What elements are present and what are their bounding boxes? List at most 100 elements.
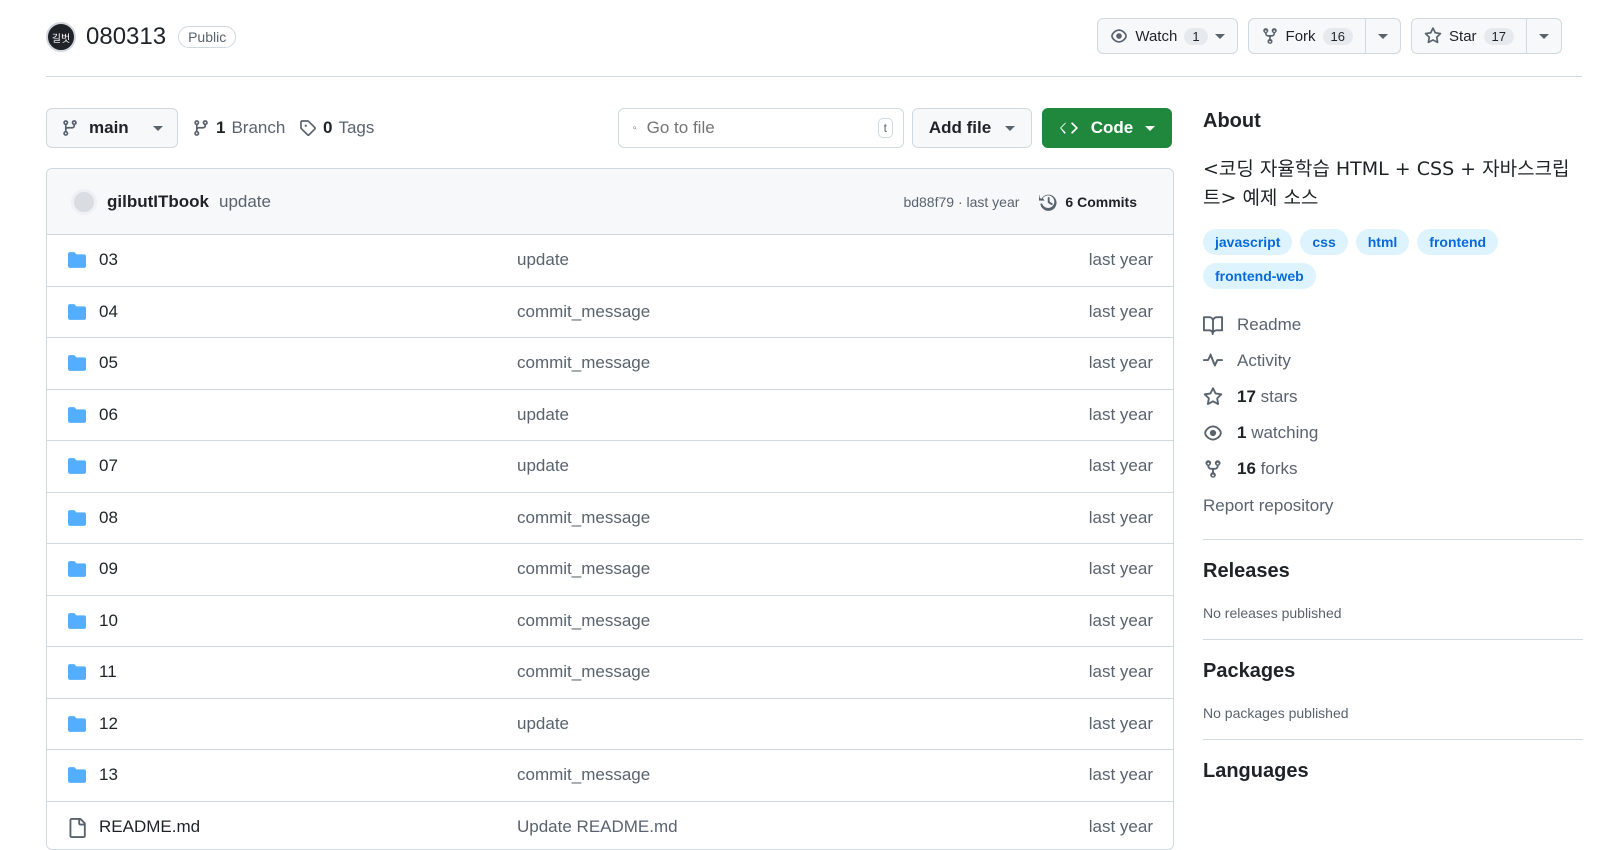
activity-link[interactable]: Activity xyxy=(1203,343,1583,379)
branches-link[interactable]: 1 Branch xyxy=(192,108,285,148)
file-commit-message[interactable]: commit_message xyxy=(517,765,650,785)
file-commit-message[interactable]: commit_message xyxy=(517,353,650,373)
file-row[interactable]: 05 commit_message last year xyxy=(47,338,1173,390)
folder-icon xyxy=(68,355,86,371)
file-commit-message[interactable]: commit_message xyxy=(517,611,650,631)
code-button[interactable]: Code xyxy=(1042,108,1172,148)
file-name-link[interactable]: 13 xyxy=(99,765,118,785)
about-heading: About xyxy=(1203,110,1261,132)
commit-hash-time[interactable]: bd88f79 · last year xyxy=(903,194,1019,210)
commit-message[interactable]: update xyxy=(219,192,271,212)
branch-icon xyxy=(194,120,208,136)
topics-list: javascript css html frontend frontend-web xyxy=(1203,229,1533,289)
file-name-link[interactable]: 07 xyxy=(99,456,118,476)
file-name-link[interactable]: 06 xyxy=(99,405,118,425)
chevron-down-icon xyxy=(153,125,163,131)
chevron-down-icon xyxy=(1005,125,1016,131)
fork-label: Fork xyxy=(1285,27,1316,45)
go-to-file-input[interactable] xyxy=(646,118,868,138)
chevron-down-icon xyxy=(1539,33,1549,39)
tags-link[interactable]: 0 Tags xyxy=(299,108,374,148)
releases-heading[interactable]: Releases xyxy=(1203,560,1583,583)
branch-name: main xyxy=(89,118,129,137)
repo-name[interactable]: 080313 xyxy=(86,23,166,51)
topic-tag[interactable]: javascript xyxy=(1203,229,1293,255)
branches-count: 1 xyxy=(216,118,226,137)
go-to-file-search[interactable]: t xyxy=(618,108,904,148)
commit-author[interactable]: gilbutITbook xyxy=(107,192,209,212)
star-count: 17 xyxy=(1483,27,1514,45)
file-row[interactable]: 10 commit_message last year xyxy=(47,596,1173,647)
add-file-button[interactable]: Add file xyxy=(912,108,1032,148)
sidebar-divider xyxy=(1203,739,1583,740)
file-commit-message[interactable]: update xyxy=(517,250,569,270)
tags-count: 0 xyxy=(323,118,333,137)
file-name-link[interactable]: 04 xyxy=(99,302,118,322)
watching-label: watching xyxy=(1251,423,1319,442)
forks-link[interactable]: 16 forks xyxy=(1203,451,1583,487)
file-name-link[interactable]: 08 xyxy=(99,508,118,528)
file-commit-message[interactable]: commit_message xyxy=(517,508,650,528)
file-commit-message[interactable]: commit_message xyxy=(517,559,650,579)
topic-tag[interactable]: frontend xyxy=(1417,229,1499,255)
file-commit-date: last year xyxy=(1088,507,1153,527)
file-commit-message[interactable]: update xyxy=(517,714,569,734)
file-name-link[interactable]: 05 xyxy=(99,353,118,373)
file-name-link[interactable]: 09 xyxy=(99,559,118,579)
readme-link[interactable]: Readme xyxy=(1203,307,1583,343)
file-commit-message[interactable]: update xyxy=(517,456,569,476)
file-row[interactable]: 03 update last year xyxy=(47,235,1173,287)
sidebar-divider xyxy=(1203,539,1583,540)
star-icon xyxy=(1424,27,1442,44)
fork-button[interactable]: Fork 16 xyxy=(1249,19,1365,53)
eye-icon xyxy=(1111,29,1128,43)
file-row[interactable]: 08 commit_message last year xyxy=(47,493,1173,544)
file-commit-date: last year xyxy=(1088,765,1153,785)
file-row[interactable]: 07 update last year xyxy=(47,441,1173,493)
folder-icon-wrap xyxy=(67,715,87,738)
folder-icon-wrap xyxy=(67,303,87,326)
file-row[interactable]: 11 commit_message last year xyxy=(47,647,1173,699)
owner-avatar[interactable]: 길벗 xyxy=(46,22,76,52)
file-name-link[interactable]: 11 xyxy=(99,662,117,682)
branches-label: Branch xyxy=(231,118,286,137)
file-commit-date: last year xyxy=(1088,817,1153,837)
folder-icon xyxy=(68,664,86,680)
star-button[interactable]: Star 17 xyxy=(1412,19,1526,53)
fork-button-group: Fork 16 xyxy=(1247,18,1402,54)
packages-heading[interactable]: Packages xyxy=(1203,660,1583,683)
file-row[interactable]: 04 commit_message last year xyxy=(47,287,1173,338)
file-name-link[interactable]: 10 xyxy=(99,611,118,631)
topic-tag[interactable]: css xyxy=(1300,229,1348,255)
forks-count: 16 xyxy=(1237,459,1256,478)
stars-link[interactable]: 17 stars xyxy=(1203,379,1583,415)
folder-icon xyxy=(68,458,86,474)
add-file-label: Add file xyxy=(928,118,992,137)
folder-icon xyxy=(68,252,86,268)
branch-selector[interactable]: main xyxy=(46,108,178,148)
watching-link[interactable]: 1 watching xyxy=(1203,415,1583,451)
topic-tag[interactable]: html xyxy=(1355,229,1410,255)
file-row[interactable]: 09 commit_message last year xyxy=(47,544,1173,596)
file-row[interactable]: 12 update last year xyxy=(47,699,1173,750)
report-repository-link[interactable]: Report repository xyxy=(1203,491,1583,521)
commit-author-avatar[interactable] xyxy=(71,188,97,215)
file-row[interactable]: 13 commit_message last year xyxy=(47,750,1173,802)
star-dropdown-button[interactable] xyxy=(1526,19,1561,53)
commits-history-link[interactable]: 6 Commits xyxy=(1039,192,1137,212)
file-name-link[interactable]: README.md xyxy=(99,817,200,837)
file-commit-message[interactable]: commit_message xyxy=(517,662,650,682)
folder-icon-wrap xyxy=(67,251,87,274)
star-label: Star xyxy=(1449,27,1477,45)
fork-dropdown-button[interactable] xyxy=(1365,19,1400,53)
file-commit-message[interactable]: Update README.md xyxy=(517,817,678,837)
topic-tag[interactable]: frontend-web xyxy=(1203,263,1316,289)
folder-icon-wrap xyxy=(67,663,87,686)
file-row[interactable]: README.md Update README.md last year xyxy=(47,802,1173,850)
file-row[interactable]: 06 update last year xyxy=(47,390,1173,441)
watch-button[interactable]: Watch 1 xyxy=(1098,19,1236,53)
file-commit-message[interactable]: update xyxy=(517,405,569,425)
file-name-link[interactable]: 03 xyxy=(99,250,118,270)
file-name-link[interactable]: 12 xyxy=(99,714,118,734)
file-commit-message[interactable]: commit_message xyxy=(517,302,650,322)
